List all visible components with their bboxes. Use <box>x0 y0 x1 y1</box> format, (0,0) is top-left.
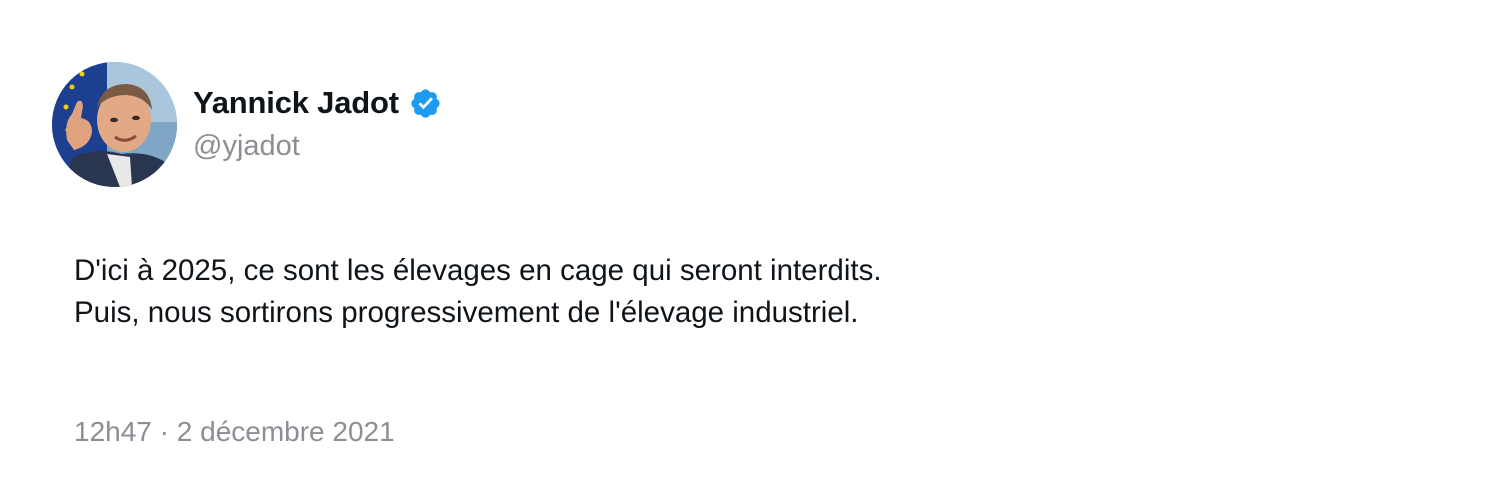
tweet-card: Yannick Jadot @yjadot D'ici à 2025, ce s… <box>0 0 1500 500</box>
avatar-photo <box>52 62 177 187</box>
tweet-text-line: D'ici à 2025, ce sont les élevages en ca… <box>74 254 882 287</box>
author-name-row: Yannick Jadot <box>193 84 442 122</box>
verified-badge-icon <box>409 87 442 120</box>
meta-separator: · <box>159 416 169 447</box>
tweet-text: D'ici à 2025, ce sont les élevages en ca… <box>74 250 882 334</box>
tweet-text-line: Puis, nous sortirons progressivement de … <box>74 296 859 329</box>
author-display-name[interactable]: Yannick Jadot <box>193 85 399 121</box>
avatar[interactable] <box>52 62 177 187</box>
author-handle[interactable]: @yjadot <box>193 130 300 163</box>
tweet-date: 2 décembre 2021 <box>176 416 395 447</box>
tweet-timestamp[interactable]: 12h47 · 2 décembre 2021 <box>74 416 395 448</box>
tweet-time: 12h47 <box>74 416 152 447</box>
